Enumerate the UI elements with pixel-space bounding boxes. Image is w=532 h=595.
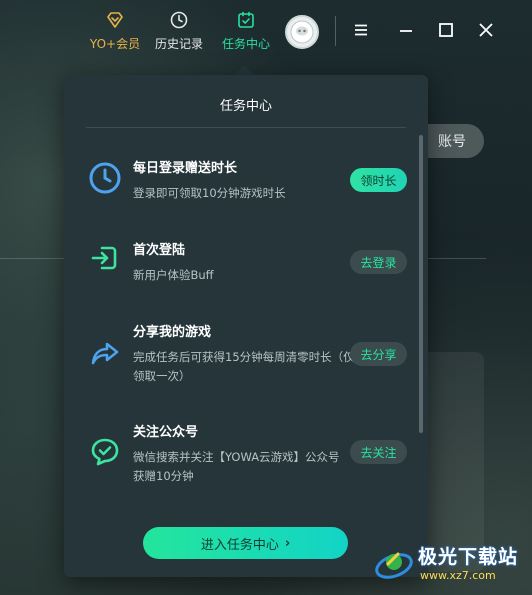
go-share-button[interactable]: 去分享: [350, 342, 407, 366]
nav-vip-label: YO+会员: [89, 37, 141, 51]
login-arrow-icon: [91, 246, 117, 270]
watermark-logo-icon: [375, 552, 413, 579]
nav-history-label: 历史记录: [154, 37, 203, 51]
task-desc: 微信搜索并关注【YOWA云游戏】公众号获赠10分钟: [133, 450, 340, 483]
calendar-check-icon: [238, 11, 254, 28]
task-name: 关注公众号: [133, 425, 199, 440]
nav-vip[interactable]: YO+会员: [86, 10, 144, 52]
task-desc: 新用户体验Buff: [133, 268, 214, 282]
minimize-button[interactable]: [396, 20, 416, 40]
menu-button[interactable]: [351, 20, 371, 40]
go-login-button[interactable]: 去登录: [350, 250, 407, 274]
close-icon: [479, 23, 493, 37]
task-name: 分享我的游戏: [133, 325, 212, 340]
task-desc: 登录即可领取10分钟游戏时长: [133, 186, 286, 200]
task-name: 首次登陆: [133, 243, 186, 258]
nav-task-center[interactable]: 任务中心: [218, 10, 274, 52]
nav-history[interactable]: 历史记录: [148, 10, 210, 52]
claim-time-button[interactable]: 领时长: [350, 168, 407, 192]
close-button[interactable]: [476, 20, 496, 40]
minimize-icon: [400, 30, 412, 32]
clock-icon: [89, 162, 121, 194]
watermark-title: 极光下载站: [418, 546, 519, 568]
avatar[interactable]: [285, 15, 319, 49]
chat-check-icon: [91, 438, 119, 466]
watermark: 极光下载站 www.xz7.com: [372, 540, 530, 592]
nav-task-label: 任务中心: [221, 37, 270, 51]
account-label: 账号: [438, 134, 466, 150]
maximize-icon: [439, 23, 453, 37]
diamond-icon: [107, 12, 123, 28]
menu-icon: [355, 24, 367, 36]
user-avatar-icon: [290, 20, 314, 44]
task-desc: 完成任务后可获得15分钟每周清零时长（仅能领取一次）: [133, 350, 367, 383]
scrollbar-thumb[interactable]: [419, 135, 423, 433]
enter-task-center-button[interactable]: 进入任务中心 ›: [143, 527, 348, 559]
topbar-divider: [335, 16, 336, 46]
chevron-right-icon: ›: [284, 535, 291, 551]
watermark-url: www.xz7.com: [420, 569, 496, 582]
clock-icon: [170, 11, 188, 29]
maximize-button[interactable]: [436, 20, 456, 40]
panel-title: 任务中心: [219, 99, 272, 114]
share-icon: [91, 342, 119, 365]
background-card: [420, 352, 484, 572]
task-center-popover: 任务中心 每日登录赠送时长 登录即可领取10分钟游戏时长 领时长 首次登陆 新用…: [64, 75, 428, 577]
top-bar: YO+会员 历史记录 任务中心: [0, 0, 532, 64]
enter-task-center-label: 进入任务中心: [200, 537, 279, 553]
go-follow-button[interactable]: 去关注: [350, 440, 407, 464]
panel-separator: [86, 127, 406, 128]
task-name: 每日登录赠送时长: [133, 161, 238, 176]
